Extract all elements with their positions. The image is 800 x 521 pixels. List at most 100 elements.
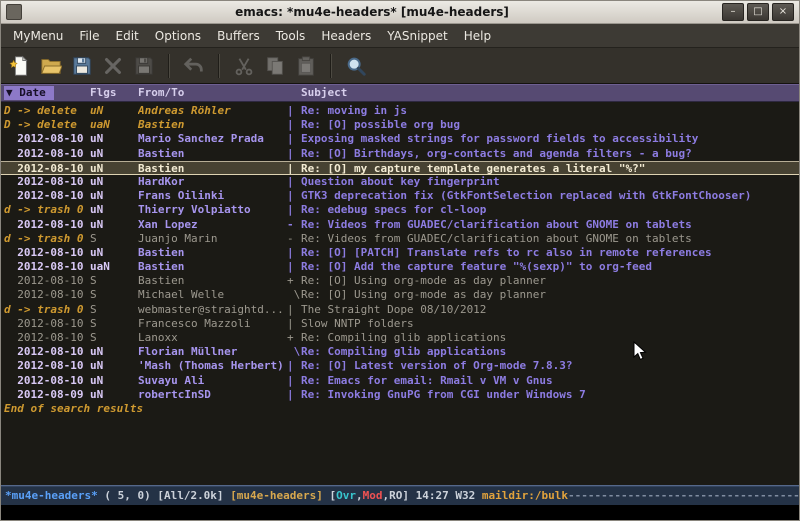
message-flags: uN — [90, 162, 138, 174]
modeline-flag-ro: RO — [389, 489, 402, 502]
message-row[interactable]: 2012-08-10 uN Bastien | Re: [O] my captu… — [1, 161, 799, 175]
message-row[interactable]: d -> trash 0 S Juanjo Marin - Re: Videos… — [1, 232, 799, 246]
column-header-flgs[interactable]: Flgs — [90, 86, 138, 99]
message-subject: Re: [O] Using org-mode as day planner — [301, 274, 799, 288]
message-date: 2012-08-10 — [4, 274, 90, 288]
menu-item-options[interactable]: Options — [147, 26, 209, 46]
message-row[interactable]: 2012-08-10 S Lanoxx + Re: Compiling glib… — [1, 331, 799, 345]
search-button[interactable] — [342, 52, 370, 80]
thread-connector: - — [287, 218, 301, 232]
menu-item-mymenu[interactable]: MyMenu — [5, 26, 71, 46]
message-row[interactable]: 2012-08-10 S Michael Welle \ Re: [O] Usi… — [1, 288, 799, 302]
message-row[interactable]: 2012-08-10 uN 'Mash (Thomas Herbert) | R… — [1, 359, 799, 373]
floppy-icon — [133, 55, 155, 77]
message-from: Lanoxx — [138, 331, 287, 345]
thread-connector: | — [287, 175, 301, 189]
message-subject: Exposing masked strings for password fie… — [301, 132, 799, 146]
menu-item-yasnippet[interactable]: YASnippet — [379, 26, 456, 46]
maximize-button[interactable]: □ — [747, 3, 769, 21]
message-from: Suvayu Ali — [138, 374, 287, 388]
thread-connector: | — [287, 359, 301, 373]
message-from: Bastien — [138, 274, 287, 288]
message-subject: The Straight Dope 08/10/2012 — [301, 303, 799, 317]
message-flags: uN — [90, 345, 138, 359]
message-from: Michael Welle — [138, 288, 287, 302]
thread-connector: | — [287, 203, 301, 217]
message-row[interactable]: 2012-08-10 uN Xan Lopez - Re: Videos fro… — [1, 218, 799, 232]
column-header-date[interactable]: ▼ Date — [4, 86, 54, 100]
modeline-position: ( 5, 0) — [98, 489, 158, 502]
message-from: Xan Lopez — [138, 218, 287, 232]
save-buffer-button[interactable] — [68, 52, 96, 80]
minimize-button[interactable]: – — [722, 3, 744, 21]
column-header-from-to[interactable]: From/To — [138, 86, 287, 99]
message-date: 2012-08-10 — [4, 359, 90, 373]
message-date: d -> trash 0 — [4, 232, 90, 246]
message-row[interactable]: 2012-08-10 uN Suvayu Ali | Re: Emacs for… — [1, 374, 799, 388]
message-from: Andreas Röhler — [138, 104, 287, 118]
modeline-flags-open: [ — [330, 489, 337, 502]
scissors-icon — [233, 55, 255, 77]
titlebar: emacs: *mu4e-headers* [mu4e-headers] –□× — [1, 1, 799, 24]
message-row[interactable]: 2012-08-10 S Bastien + Re: [O] Using org… — [1, 274, 799, 288]
message-row[interactable]: D -> delete uN Andreas Röhler | Re: movi… — [1, 104, 799, 118]
message-row[interactable]: d -> trash 0 uN Thierry Volpiatto | Re: … — [1, 203, 799, 217]
window-title: emacs: *mu4e-headers* [mu4e-headers] — [27, 5, 717, 19]
message-row[interactable]: 2012-08-10 uN Bastien | Re: [O] Birthday… — [1, 147, 799, 161]
thread-connector: \ — [287, 345, 301, 359]
message-date: 2012-08-10 — [4, 218, 90, 232]
magnifier-icon — [345, 55, 367, 77]
message-flags: uN — [90, 359, 138, 373]
message-from: Frans Oilinki — [138, 189, 287, 203]
message-from: Mario Sanchez Prada — [138, 132, 287, 146]
message-row[interactable]: 2012-08-09 uN robertcInSD | Re: Invoking… — [1, 388, 799, 402]
thread-connector: | — [287, 118, 301, 132]
message-date: 2012-08-10 — [4, 331, 90, 345]
column-header-subject[interactable]: Subject — [301, 86, 799, 99]
message-flags: uN — [90, 203, 138, 217]
window-menu-icon[interactable] — [6, 4, 22, 20]
message-row[interactable]: 2012-08-10 uN HardKor | Question about k… — [1, 175, 799, 189]
message-row[interactable]: 2012-08-10 uN Mario Sanchez Prada | Expo… — [1, 132, 799, 146]
message-row[interactable]: 2012-08-10 uN Florian Müllner \ Re: Comp… — [1, 345, 799, 359]
cut-button — [230, 52, 258, 80]
message-flags: uN — [90, 246, 138, 260]
undo-arrow-icon — [183, 55, 205, 77]
message-row[interactable]: 2012-08-10 uN Bastien | Re: [O] [PATCH] … — [1, 246, 799, 260]
message-subject: Question about key fingerprint — [301, 175, 799, 189]
message-flags: uN — [90, 374, 138, 388]
mode-line: *mu4e-headers* ( 5, 0) [All/2.0k] [mu4e-… — [1, 485, 799, 505]
file-new-icon — [9, 55, 31, 77]
message-flags: uN — [90, 132, 138, 146]
message-from: Bastien — [138, 260, 287, 274]
message-from: HardKor — [138, 175, 287, 189]
menu-item-headers[interactable]: Headers — [313, 26, 379, 46]
message-from: robertcInSD — [138, 388, 287, 402]
paste-button — [292, 52, 320, 80]
message-date: 2012-08-10 — [4, 246, 90, 260]
message-row[interactable]: D -> delete uaN Bastien | Re: [O] possib… — [1, 118, 799, 132]
modeline-size: [All/2.0k] — [157, 489, 230, 502]
menu-item-buffers[interactable]: Buffers — [209, 26, 268, 46]
echo-area[interactable] — [1, 505, 799, 520]
thread-connector: | — [287, 246, 301, 260]
open-file-button[interactable] — [37, 52, 65, 80]
undo-button — [180, 52, 208, 80]
message-date: D -> delete — [4, 118, 90, 132]
message-row[interactable]: 2012-08-10 S Francesco Mazzoli | Slow NN… — [1, 317, 799, 331]
message-subject: Re: Videos from GUADEC/clarification abo… — [301, 232, 799, 246]
menu-item-edit[interactable]: Edit — [108, 26, 147, 46]
message-subject: Re: [O] Using org-mode as day planner — [301, 288, 799, 302]
thread-connector: | — [287, 317, 301, 331]
message-row[interactable]: 2012-08-10 uaN Bastien | Re: [O] Add the… — [1, 260, 799, 274]
message-row[interactable]: 2012-08-10 uN Frans Oilinki | GTK3 depre… — [1, 189, 799, 203]
menu-item-help[interactable]: Help — [456, 26, 499, 46]
new-file-button[interactable] — [6, 52, 34, 80]
menu-item-file[interactable]: File — [71, 26, 107, 46]
close-button[interactable]: × — [772, 3, 794, 21]
folder-open-icon — [40, 55, 62, 77]
message-flags: S — [90, 303, 138, 317]
message-row[interactable]: d -> trash 0 S webmaster@straightd... | … — [1, 303, 799, 317]
menu-item-tools[interactable]: Tools — [268, 26, 314, 46]
message-flags: S — [90, 232, 138, 246]
